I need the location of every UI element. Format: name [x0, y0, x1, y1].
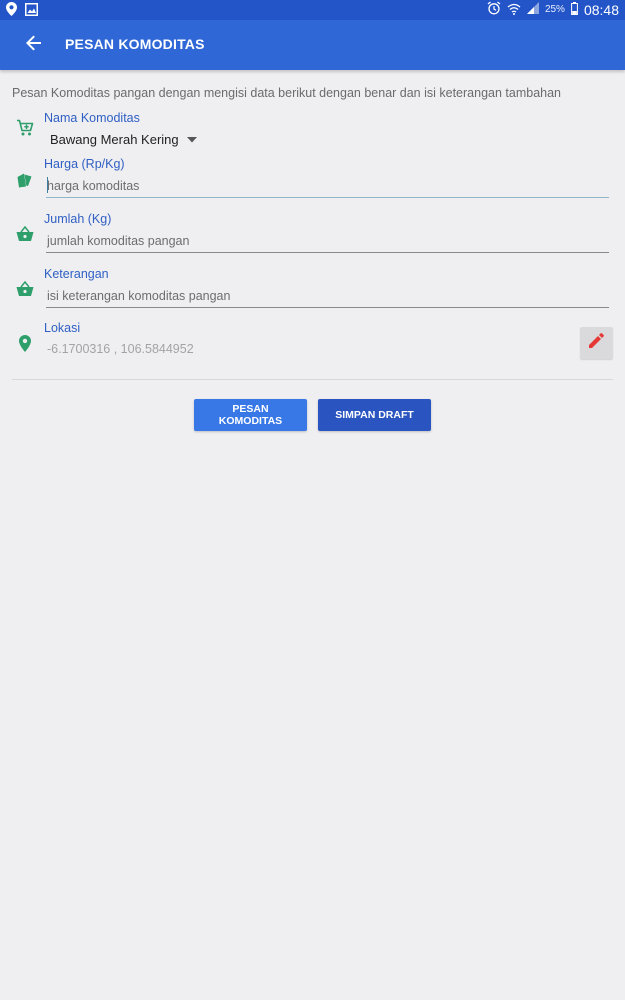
keterangan-input[interactable]: [46, 284, 609, 308]
dropdown-arrow-icon: [186, 130, 197, 148]
back-button[interactable]: [18, 30, 50, 60]
nama-komoditas-dropdown[interactable]: Bawang Merah Kering: [50, 130, 197, 148]
location-status-icon: [6, 2, 17, 21]
app-bar: PESAN KOMODITAS: [0, 20, 625, 70]
lokasi-label: Lokasi: [44, 321, 81, 335]
simpan-draft-button[interactable]: SIMPAN DRAFT: [318, 399, 431, 431]
intro-text: Pesan Komoditas pangan dengan mengisi da…: [12, 86, 562, 100]
harga-label: Harga (Rp/Kg): [44, 157, 125, 171]
arrow-back-icon: [26, 35, 42, 56]
nama-komoditas-value: Bawang Merah Kering: [50, 131, 179, 147]
wifi-icon: [507, 2, 521, 18]
signal-icon: [526, 2, 539, 17]
status-time: 08:48: [583, 1, 619, 18]
status-bar: 25% 08:48: [0, 0, 625, 20]
edit-location-button[interactable]: [580, 327, 613, 359]
location-pin-icon: [14, 332, 36, 354]
add-cart-icon: [14, 117, 36, 139]
tag-icon: [14, 169, 36, 191]
battery-icon: [571, 1, 578, 18]
gallery-status-icon: [25, 2, 38, 21]
basket-icon: [14, 278, 36, 300]
divider: [12, 379, 613, 380]
basket-icon: [14, 223, 36, 245]
alarm-icon: [487, 1, 501, 18]
harga-input[interactable]: [46, 174, 609, 198]
jumlah-input[interactable]: [46, 229, 609, 253]
nama-komoditas-label: Nama Komoditas: [44, 111, 140, 125]
page-title: PESAN KOMODITAS: [65, 36, 205, 52]
text-cursor: [47, 177, 48, 193]
battery-percent: 25%: [544, 4, 565, 15]
keterangan-label: Keterangan: [44, 267, 109, 281]
jumlah-label: Jumlah (Kg): [44, 212, 112, 226]
lokasi-value: -6.1700316 , 106.5844952: [47, 342, 194, 356]
pencil-icon: [589, 333, 604, 353]
pesan-komoditas-button[interactable]: PESAN KOMODITAS: [194, 399, 307, 431]
